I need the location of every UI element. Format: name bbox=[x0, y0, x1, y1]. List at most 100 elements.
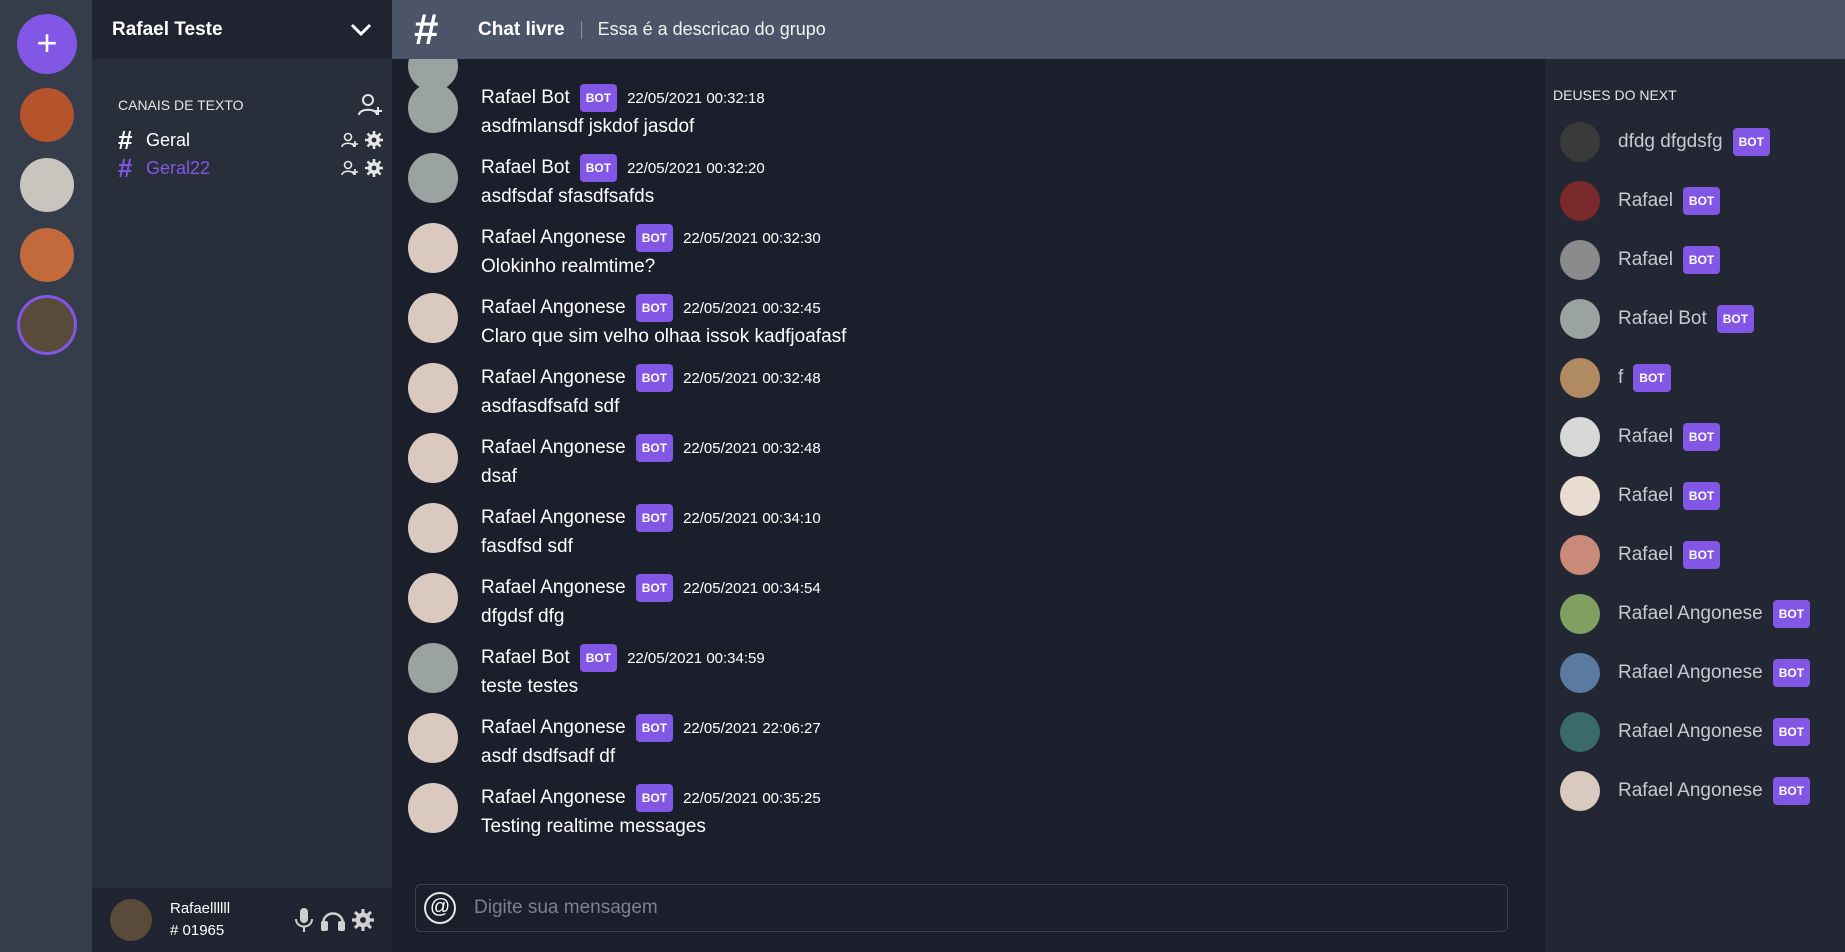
add-user-icon[interactable] bbox=[357, 92, 383, 118]
avatar bbox=[1560, 358, 1600, 398]
avatar bbox=[1560, 240, 1600, 280]
channel-item-geral[interactable]: # Geral bbox=[118, 125, 383, 155]
message-author[interactable]: Rafael Angonese bbox=[481, 227, 626, 249]
message-timestamp: 22/05/2021 00:32:20 bbox=[627, 159, 765, 177]
avatar bbox=[1560, 771, 1600, 811]
chevron-down-icon[interactable] bbox=[350, 23, 372, 37]
avatar[interactable] bbox=[110, 899, 152, 941]
server-icon[interactable] bbox=[20, 88, 74, 142]
member-item[interactable]: Rafael Angonese BOT bbox=[1560, 652, 1811, 694]
message-text: teste testes bbox=[481, 676, 579, 697]
avatar bbox=[1560, 476, 1600, 516]
gear-icon[interactable] bbox=[352, 909, 374, 931]
message-item: Rafael Angonese BOT 22/05/2021 00:34:10 fa… bbox=[408, 503, 1508, 573]
avatar[interactable] bbox=[408, 293, 458, 343]
message-list[interactable]: Rafael Bot BOT 22/05/2021 00:32:18 asdfmla… bbox=[392, 59, 1545, 952]
bot-badge: BOT bbox=[1716, 305, 1755, 333]
bot-badge: BOT bbox=[579, 84, 618, 112]
message-text: asdfmlansdf jskdof jasdof bbox=[481, 116, 695, 137]
bot-badge: BOT bbox=[1772, 600, 1811, 628]
message-author[interactable]: Rafael Angonese bbox=[481, 367, 626, 389]
user-panel: Rafaellllll # 01965 bbox=[92, 888, 392, 952]
member-name: Rafael bbox=[1618, 544, 1673, 565]
message-timestamp: 22/05/2021 00:34:10 bbox=[683, 509, 821, 527]
avatar[interactable] bbox=[408, 433, 458, 483]
member-item[interactable]: Rafael BOT bbox=[1560, 239, 1721, 281]
member-item[interactable]: Rafael Angonese BOT bbox=[1560, 770, 1811, 812]
member-item[interactable]: Rafael BOT bbox=[1560, 180, 1721, 222]
member-item[interactable]: Rafael Angonese BOT bbox=[1560, 593, 1811, 635]
username: Rafaellllll bbox=[170, 900, 231, 917]
member-item[interactable]: Rafael BOT bbox=[1560, 534, 1721, 576]
channel-category: CANAIS DE TEXTO bbox=[118, 92, 383, 118]
add-server-button[interactable]: + bbox=[17, 14, 77, 74]
server-header[interactable]: Rafael Teste bbox=[92, 0, 392, 59]
message-timestamp: 22/05/2021 00:34:54 bbox=[683, 579, 821, 597]
bot-badge: BOT bbox=[1682, 482, 1721, 510]
add-user-icon[interactable] bbox=[341, 131, 359, 149]
avatar bbox=[1560, 594, 1600, 634]
avatar[interactable] bbox=[408, 573, 458, 623]
gear-icon[interactable] bbox=[365, 159, 383, 177]
member-item[interactable]: Rafael BOT bbox=[1560, 475, 1721, 517]
bot-badge: BOT bbox=[1682, 423, 1721, 451]
member-item[interactable]: f BOT bbox=[1560, 357, 1671, 399]
message-author[interactable]: Rafael Angonese bbox=[481, 577, 626, 599]
member-name: Rafael Bot bbox=[1618, 308, 1707, 329]
bot-badge: BOT bbox=[635, 504, 674, 532]
avatar[interactable] bbox=[408, 363, 458, 413]
message-item: Rafael Angonese BOT 22/05/2021 00:35:25 Te… bbox=[408, 783, 1508, 853]
member-name: Rafael bbox=[1618, 426, 1673, 447]
message-author[interactable]: Rafael Angonese bbox=[481, 437, 626, 459]
message-text: asdfasdfsafd sdf bbox=[481, 396, 620, 417]
channel-description: Essa é a descricao do grupo bbox=[597, 19, 826, 39]
member-name: dfdg dfgdsfg bbox=[1618, 131, 1723, 152]
server-icon[interactable] bbox=[20, 228, 74, 282]
bot-badge: BOT bbox=[1633, 364, 1671, 392]
member-item[interactable]: Rafael BOT bbox=[1560, 416, 1721, 458]
message-author[interactable]: Rafael Angonese bbox=[481, 297, 626, 319]
message-text: dsaf bbox=[481, 466, 517, 487]
avatar[interactable] bbox=[408, 83, 458, 133]
bot-badge: BOT bbox=[635, 364, 674, 392]
avatar[interactable] bbox=[408, 153, 458, 203]
avatar[interactable] bbox=[408, 643, 458, 693]
microphone-icon[interactable] bbox=[294, 907, 314, 933]
member-name: Rafael bbox=[1618, 190, 1673, 211]
at-icon[interactable]: @ bbox=[424, 892, 456, 924]
message-timestamp: 22/05/2021 00:32:30 bbox=[683, 229, 821, 247]
member-item[interactable]: Rafael Bot BOT bbox=[1560, 298, 1755, 340]
bot-badge: BOT bbox=[1682, 246, 1721, 274]
message-author[interactable]: Rafael Angonese bbox=[481, 507, 626, 529]
member-name: Rafael Angonese bbox=[1618, 662, 1763, 683]
headphones-icon[interactable] bbox=[320, 908, 346, 932]
message-text: asdf dsdfsadf df bbox=[481, 746, 616, 767]
message-author[interactable]: Rafael Bot bbox=[481, 157, 570, 179]
member-item[interactable]: Rafael Angonese BOT bbox=[1560, 711, 1811, 753]
avatar bbox=[1560, 299, 1600, 339]
server-icon[interactable] bbox=[20, 158, 74, 212]
avatar[interactable] bbox=[408, 223, 458, 273]
member-item[interactable]: dfdg dfgdsfg BOT bbox=[1560, 121, 1770, 163]
message-item: Rafael Angonese BOT 22/05/2021 00:32:45 Cl… bbox=[408, 293, 1508, 363]
channel-item-geral22[interactable]: # Geral22 bbox=[118, 153, 383, 183]
message-item: Rafael Bot BOT 22/05/2021 00:34:59 teste t… bbox=[408, 643, 1508, 713]
avatar[interactable] bbox=[408, 783, 458, 833]
add-user-icon[interactable] bbox=[341, 159, 359, 177]
channel-sidebar: Rafael Teste CANAIS DE TEXTO # Geral # G… bbox=[92, 0, 392, 952]
channel-title: Chat livre bbox=[478, 18, 565, 40]
hash-icon: # bbox=[414, 4, 439, 54]
avatar[interactable] bbox=[408, 713, 458, 763]
avatar bbox=[1560, 535, 1600, 575]
message-author[interactable]: Rafael Bot bbox=[481, 647, 570, 669]
member-name: Rafael Angonese bbox=[1618, 780, 1763, 801]
message-author[interactable]: Rafael Angonese bbox=[481, 717, 626, 739]
message-author[interactable]: Rafael Bot bbox=[481, 87, 570, 109]
bot-badge: BOT bbox=[635, 434, 674, 462]
server-icon[interactable] bbox=[20, 298, 74, 352]
avatar[interactable] bbox=[408, 503, 458, 553]
message-input[interactable] bbox=[472, 896, 1507, 920]
gear-icon[interactable] bbox=[365, 131, 383, 149]
message-author[interactable]: Rafael Angonese bbox=[481, 787, 626, 809]
member-group-title: DEUSES DO NEXT bbox=[1553, 87, 1677, 103]
